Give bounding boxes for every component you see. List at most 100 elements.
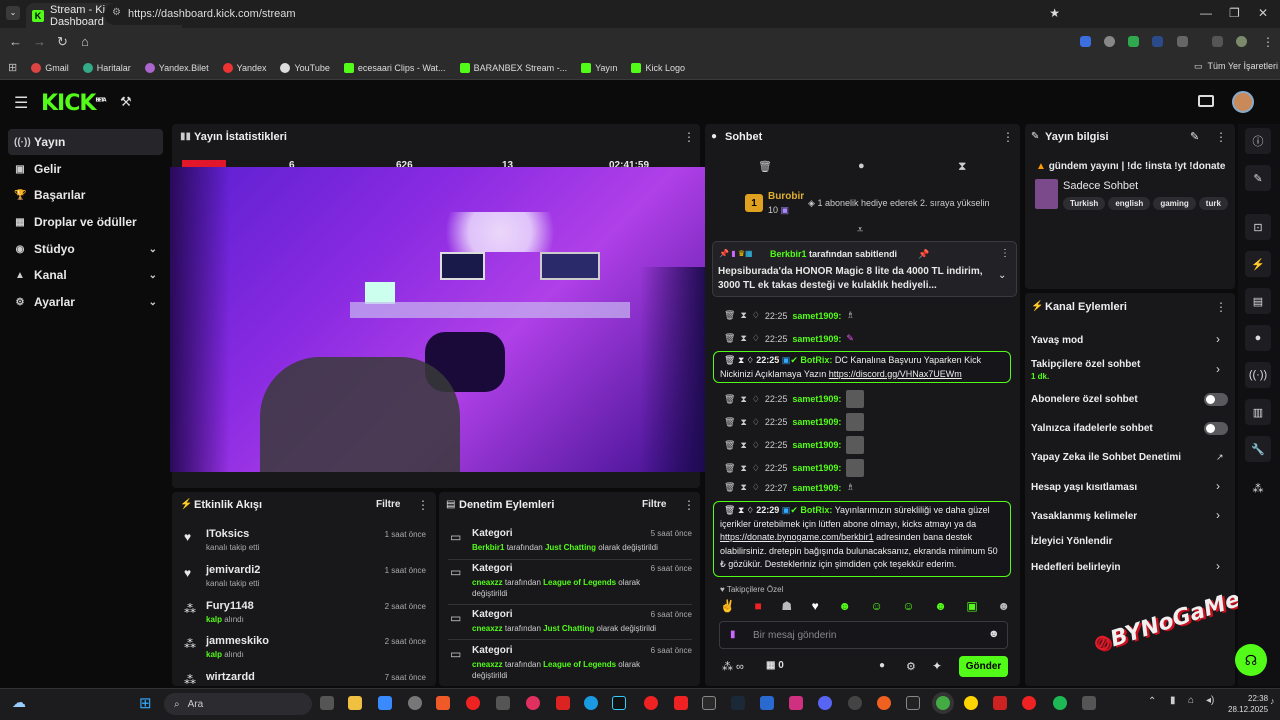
moderation-category[interactable]: League of Legends bbox=[543, 578, 616, 587]
tag[interactable]: Turkish bbox=[1063, 197, 1106, 210]
delete-icon[interactable]: 🗑 bbox=[724, 394, 735, 405]
chat-username[interactable]: BotRix: bbox=[800, 505, 832, 515]
sidebar-item-ayarlar[interactable]: ⚙ Ayarlar ⌄ bbox=[8, 289, 163, 315]
app-icon[interactable] bbox=[1082, 696, 1096, 710]
maximize-icon[interactable]: ❐ bbox=[1229, 6, 1240, 20]
chevron-down-icon[interactable]: ⌄ bbox=[998, 270, 1006, 281]
emote-image[interactable]: ☗ bbox=[781, 599, 792, 617]
home-icon[interactable]: ⌂ bbox=[81, 34, 89, 49]
windows-start-icon[interactable]: ⊞ bbox=[139, 694, 152, 712]
puzzle-icon[interactable] bbox=[1177, 36, 1188, 47]
chat-dots-icon[interactable]: ● bbox=[858, 160, 865, 172]
hamburger-menu-icon[interactable]: ☰ bbox=[14, 93, 28, 113]
obs-icon[interactable] bbox=[1198, 95, 1214, 107]
emote-image[interactable]: ☻ bbox=[838, 599, 851, 617]
avatar[interactable] bbox=[1232, 91, 1254, 113]
account-age-label[interactable]: Hesap yaşı kısıtlaması bbox=[1031, 482, 1137, 493]
minimize-icon[interactable]: — bbox=[1200, 6, 1212, 20]
bookmark-ecesaari[interactable]: ecesaari Clips - Wat... bbox=[343, 62, 446, 73]
emote-image[interactable]: ✌ bbox=[720, 599, 735, 617]
emote-image[interactable]: ☻ bbox=[997, 599, 1010, 617]
top-gifter-name[interactable]: Burobir bbox=[768, 191, 804, 202]
sidebar-item-droplar[interactable]: ▦ Droplar ve ödüller bbox=[8, 209, 163, 235]
emote-only-toggle[interactable] bbox=[1204, 422, 1228, 435]
external-link-icon[interactable]: ↗ bbox=[1216, 452, 1224, 463]
extension-icon[interactable] bbox=[1080, 36, 1091, 47]
tab-search-icon[interactable]: ⌄ bbox=[6, 6, 20, 20]
opera-icon[interactable] bbox=[466, 696, 480, 710]
activity-username[interactable]: jammeskiko bbox=[206, 635, 269, 647]
settings-icon[interactable]: ⚙ bbox=[906, 660, 916, 673]
chevron-right-icon[interactable]: › bbox=[1216, 479, 1220, 493]
task-view-icon[interactable] bbox=[320, 696, 334, 710]
chat-link[interactable]: https://donate.bynogame.com/berkbir1 bbox=[720, 532, 874, 542]
app-icon[interactable] bbox=[702, 696, 716, 710]
tab-groups-icon[interactable] bbox=[1212, 36, 1223, 47]
activity-username[interactable]: wirtzardd bbox=[206, 671, 255, 683]
category-name[interactable]: Sadece Sohbet bbox=[1063, 180, 1138, 192]
copilot-icon[interactable] bbox=[378, 696, 392, 710]
mic-icon[interactable]: ▮ bbox=[1170, 695, 1176, 706]
epic-games-icon[interactable] bbox=[906, 696, 920, 710]
send-button[interactable]: Gönder bbox=[959, 656, 1008, 677]
spotify-icon[interactable] bbox=[1053, 696, 1067, 710]
timeout-icon[interactable]: ⧗ bbox=[738, 505, 744, 515]
delete-icon[interactable]: 🗑 bbox=[724, 505, 735, 515]
chevron-right-icon[interactable]: › bbox=[1216, 332, 1220, 346]
chat-username[interactable]: BotRix: bbox=[800, 355, 832, 365]
chat-username[interactable]: samet1909: bbox=[792, 417, 841, 427]
bookmark-haritalar[interactable]: Haritalar bbox=[82, 62, 131, 73]
subscribers-chat-toggle[interactable] bbox=[1204, 393, 1228, 406]
close-window-icon[interactable]: ✕ bbox=[1258, 6, 1268, 20]
bookmark-yandex-bilet[interactable]: Yandex.Bilet bbox=[144, 62, 209, 73]
taskbar-search[interactable]: ⌕ Ara bbox=[164, 693, 312, 715]
delete-icon[interactable]: 🗑 bbox=[724, 463, 735, 474]
bookmark-yandex[interactable]: Yandex bbox=[222, 62, 266, 73]
yandex-icon[interactable] bbox=[1022, 696, 1036, 710]
delete-icon[interactable]: 🗑 bbox=[724, 417, 735, 428]
extension-icon[interactable] bbox=[1128, 36, 1139, 47]
tag[interactable]: turk bbox=[1198, 197, 1228, 210]
host-channel-label[interactable]: İzleyici Yönlendir bbox=[1031, 536, 1113, 547]
snapchat-icon[interactable] bbox=[964, 696, 978, 710]
apps-grid-icon[interactable]: ⊞ bbox=[8, 61, 17, 74]
edit-icon[interactable]: ✎ bbox=[1190, 130, 1199, 143]
app-icon[interactable] bbox=[877, 696, 891, 710]
clock[interactable]: 22:38 28.12.2025 bbox=[1228, 693, 1268, 715]
chrome-icon[interactable] bbox=[936, 696, 950, 710]
activity-username[interactable]: jemivardi2 bbox=[206, 564, 260, 576]
support-chat-button[interactable]: ☊ bbox=[1235, 644, 1267, 676]
chat-menu-icon[interactable]: ⋮ bbox=[1002, 130, 1014, 144]
banned-words-label[interactable]: Yasaklanmış kelimeler bbox=[1031, 511, 1137, 522]
collapse-icon[interactable]: ⩡ bbox=[857, 224, 863, 237]
profile-avatar-icon[interactable] bbox=[1236, 36, 1247, 47]
bookmark-kick-logo[interactable]: Kick Logo bbox=[631, 62, 685, 73]
chat-username[interactable]: samet1909: bbox=[792, 463, 841, 473]
store-icon[interactable] bbox=[496, 696, 510, 710]
browser-menu-icon[interactable]: ⋮ bbox=[1262, 35, 1274, 49]
volume-icon[interactable]: ◂) bbox=[1206, 695, 1214, 706]
extension-icon[interactable] bbox=[1152, 36, 1163, 47]
youtube-icon[interactable] bbox=[674, 696, 688, 710]
timeout-icon[interactable]: ⧗ bbox=[740, 394, 746, 405]
extension-icon[interactable]: ✦ bbox=[932, 659, 942, 673]
chat-username[interactable]: samet1909: bbox=[792, 394, 841, 404]
stats-menu-icon[interactable]: ⋮ bbox=[683, 130, 695, 144]
emote-image[interactable]: ☺ bbox=[871, 599, 883, 617]
app-icon[interactable] bbox=[760, 696, 774, 710]
all-bookmarks-folder[interactable]: ▭ Tüm Yer İşaretleri bbox=[1194, 61, 1278, 72]
kick-logo[interactable]: KICKBETA bbox=[41, 91, 107, 116]
hourglass-icon[interactable]: ⧗ bbox=[958, 159, 966, 174]
app-icon[interactable] bbox=[526, 696, 540, 710]
bookmark-baranbex[interactable]: BARANBEX Stream -... bbox=[459, 62, 567, 73]
chevron-right-icon[interactable]: › bbox=[1216, 559, 1220, 573]
heart-emote-icon[interactable]: ♥ bbox=[812, 599, 819, 617]
sidebar-item-kanal[interactable]: ▲ Kanal ⌄ bbox=[8, 262, 163, 288]
delete-icon[interactable]: 🗑 bbox=[724, 333, 735, 344]
moderation-user[interactable]: cneaxzz bbox=[472, 660, 503, 669]
sidebar-item-yayin[interactable]: ((·)) Yayın bbox=[8, 129, 163, 155]
delete-icon[interactable]: 🗑 bbox=[724, 355, 735, 365]
site-info-icon[interactable]: ⚙ bbox=[112, 7, 121, 18]
delete-icon[interactable]: 🗑 bbox=[724, 440, 735, 451]
kicks-counter[interactable]: ▦ 0 bbox=[766, 660, 784, 671]
